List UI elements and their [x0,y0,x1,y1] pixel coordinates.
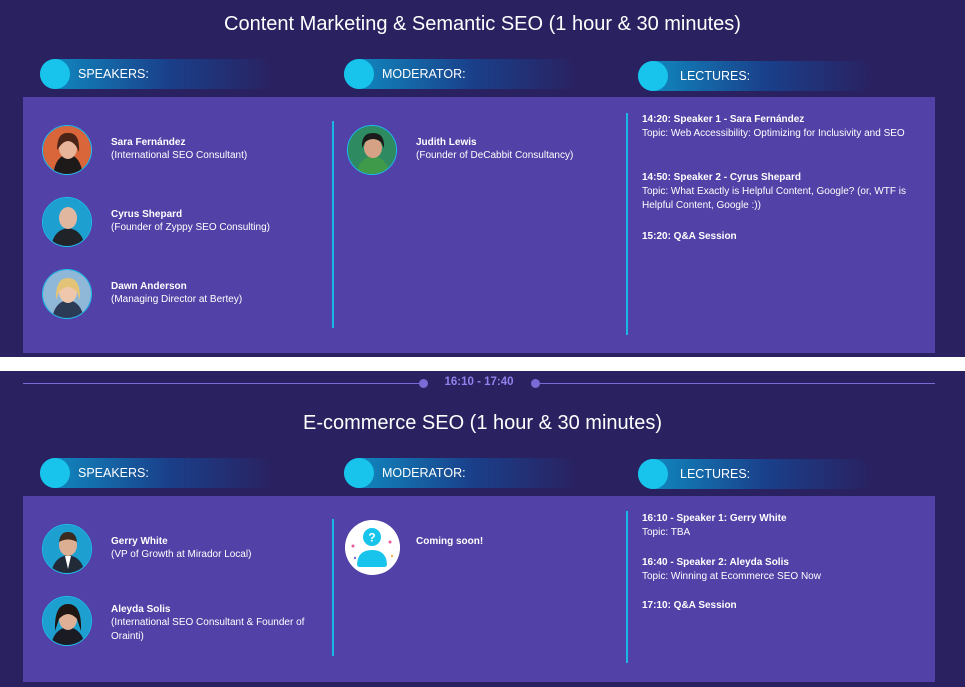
moderator-role: (Founder of DeCabbit Consultancy) [416,150,574,161]
session-ecommerce: 16:10 - 17:40 E-commerce SEO (1 hour & 3… [0,371,965,687]
moderator-header: MODERATOR: [344,458,579,488]
header-dot-icon [344,458,374,488]
moderator-label: MODERATOR: [382,67,466,81]
session-title: E-commerce SEO (1 hour & 30 minutes) [302,412,662,434]
lecture-item: 16:10 - Speaker 1: Gerry White Topic: TB… [642,512,912,540]
lecture-item: 17:10: Q&A Session [642,599,912,613]
speaker-name: Gerry White [111,536,168,547]
lecture-title: 15:20: Q&A Session [642,231,737,242]
speaker-name: Cyrus Shepard [111,209,183,220]
speakers-header: SPEAKERS: [40,458,275,488]
time-dot-icon [531,379,540,388]
time-line [23,383,419,384]
lecture-title: 17:10: Q&A Session [642,600,737,611]
lectures-label: LECTURES: [680,467,751,481]
lecture-item: 15:20: Q&A Session [642,230,912,244]
lecture-item: 16:40 - Speaker 2: Aleyda Solis Topic: W… [642,556,912,584]
speaker-name: Aleyda Solis [111,604,171,615]
header-dot-icon [40,59,70,89]
speaker-avatar [42,269,92,319]
column-divider [626,511,628,663]
speakers-label: SPEAKERS: [78,67,149,81]
lecture-topic: Topic: TBA [642,527,691,538]
lecture-topic: Topic: Winning at Ecommerce SEO Now [642,571,821,582]
header-dot-icon [344,59,374,89]
lectures-label: LECTURES: [680,69,751,83]
lecture-title: 14:20: Speaker 1 - Sara Fernández [642,114,805,125]
lecture-title: 16:10 - Speaker 1: Gerry White [642,513,787,524]
lecture-title: 16:40 - Speaker 2: Aleyda Solis [642,557,789,568]
time-divider: 16:10 - 17:40 [23,376,935,389]
lectures-header: LECTURES: [638,61,873,91]
session-content-marketing: Content Marketing & Semantic SEO (1 hour… [0,0,965,357]
lecture-topic: Topic: Web Accessibility: Optimizing for… [642,128,905,139]
speaker-avatar [42,596,92,646]
speaker-avatar [42,125,92,175]
speaker-role: (VP of Growth at Mirador Local) [111,549,252,560]
moderator-name: Coming soon! [416,536,484,547]
lecture-title: 14:50: Speaker 2 - Cyrus Shepard [642,172,801,183]
speakers-header: SPEAKERS: [40,59,275,89]
moderator-header: MODERATOR: [344,59,579,89]
lecture-topic: Topic: What Exactly is Helpful Content, … [642,186,906,211]
speaker-role: (International SEO Consultant) [111,150,248,161]
speaker-role: (International SEO Consultant & Founder … [111,617,305,642]
session-title: Content Marketing & Semantic SEO (1 hour… [224,13,741,35]
moderator-name: Judith Lewis [416,137,477,148]
lecture-item: 14:50: Speaker 2 - Cyrus Shepard Topic: … [642,171,912,213]
column-divider [626,113,628,335]
lecture-item: 14:20: Speaker 1 - Sara Fernández Topic:… [642,113,912,141]
moderator-avatar [347,125,397,175]
lectures-header: LECTURES: [638,459,873,489]
speaker-avatar [42,197,92,247]
speaker-role: (Managing Director at Bertey) [111,294,243,305]
question-avatar-icon: ? [345,520,400,575]
moderator-label: MODERATOR: [382,466,466,480]
speaker-avatar [42,524,92,574]
speaker-role: (Founder of Zyppy SEO Consulting) [111,222,270,233]
session-time: 16:10 - 17:40 [444,376,514,388]
header-dot-icon [638,61,668,91]
speakers-label: SPEAKERS: [78,466,149,480]
time-line [540,383,935,384]
speaker-name: Sara Fernández [111,137,186,148]
header-dot-icon [638,459,668,489]
svg-text:?: ? [368,531,375,545]
speaker-name: Dawn Anderson [111,281,187,292]
header-dot-icon [40,458,70,488]
